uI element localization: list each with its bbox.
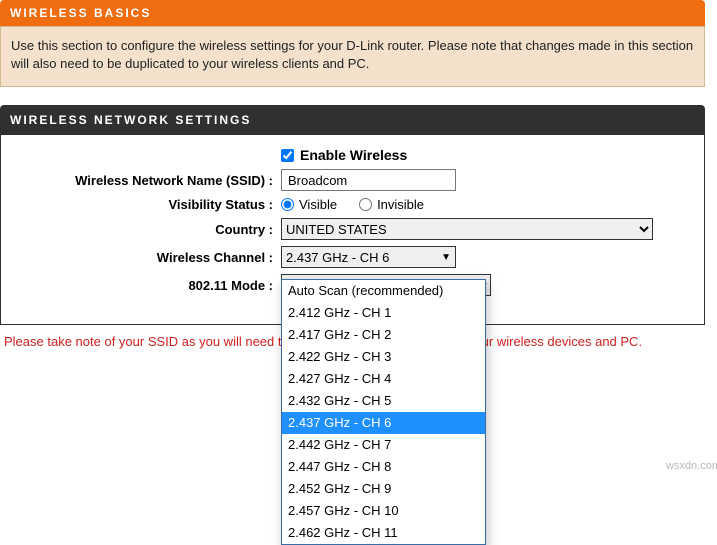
settings-panel: Enable Wireless Wireless Network Name (S… bbox=[0, 135, 705, 325]
mode-label: 802.11 Mode : bbox=[11, 278, 281, 293]
country-select[interactable]: UNITED STATES bbox=[281, 218, 653, 240]
channel-label: Wireless Channel : bbox=[11, 250, 281, 265]
visibility-visible-option[interactable]: Visible bbox=[281, 197, 337, 212]
channel-option[interactable]: 2.422 GHz - CH 3 bbox=[282, 346, 485, 368]
chevron-down-icon: ▼ bbox=[441, 252, 451, 263]
ssid-input[interactable] bbox=[281, 169, 456, 191]
channel-option[interactable]: 2.417 GHz - CH 2 bbox=[282, 324, 485, 346]
channel-option[interactable]: 2.432 GHz - CH 5 bbox=[282, 390, 485, 412]
country-label: Country : bbox=[11, 222, 281, 237]
visibility-label: Visibility Status : bbox=[11, 197, 281, 212]
channel-option[interactable]: 2.427 GHz - CH 4 bbox=[282, 368, 485, 390]
visibility-invisible-text: Invisible bbox=[377, 197, 424, 212]
visibility-visible-text: Visible bbox=[299, 197, 337, 212]
basics-header: WIRELESS BASICS bbox=[0, 0, 705, 26]
channel-select-value: 2.437 GHz - CH 6 bbox=[286, 250, 389, 265]
channel-option[interactable]: 2.452 GHz - CH 9 bbox=[282, 478, 485, 500]
channel-select[interactable]: 2.437 GHz - CH 6 ▼ bbox=[281, 246, 456, 268]
settings-header: WIRELESS NETWORK SETTINGS bbox=[0, 105, 705, 135]
visibility-invisible-option[interactable]: Invisible bbox=[359, 197, 424, 212]
channel-option[interactable]: 2.462 GHz - CH 11 bbox=[282, 522, 485, 544]
channel-option[interactable]: Auto Scan (recommended) bbox=[282, 280, 485, 302]
basics-description: Use this section to configure the wirele… bbox=[0, 26, 705, 87]
enable-wireless-label: Enable Wireless bbox=[300, 147, 407, 163]
channel-option[interactable]: 2.412 GHz - CH 1 bbox=[282, 302, 485, 324]
enable-wireless-checkbox[interactable] bbox=[281, 149, 294, 162]
channel-option[interactable]: 2.442 GHz - CH 7 bbox=[282, 434, 485, 456]
channel-option[interactable]: 2.447 GHz - CH 8 bbox=[282, 456, 485, 478]
channel-dropdown[interactable]: Auto Scan (recommended)2.412 GHz - CH 12… bbox=[281, 279, 486, 545]
watermark: wsxdn.com bbox=[666, 460, 717, 472]
channel-option[interactable]: 2.437 GHz - CH 6 bbox=[282, 412, 485, 434]
visibility-invisible-radio[interactable] bbox=[359, 198, 372, 211]
visibility-visible-radio[interactable] bbox=[281, 198, 294, 211]
ssid-label: Wireless Network Name (SSID) : bbox=[11, 173, 281, 188]
channel-option[interactable]: 2.457 GHz - CH 10 bbox=[282, 500, 485, 522]
